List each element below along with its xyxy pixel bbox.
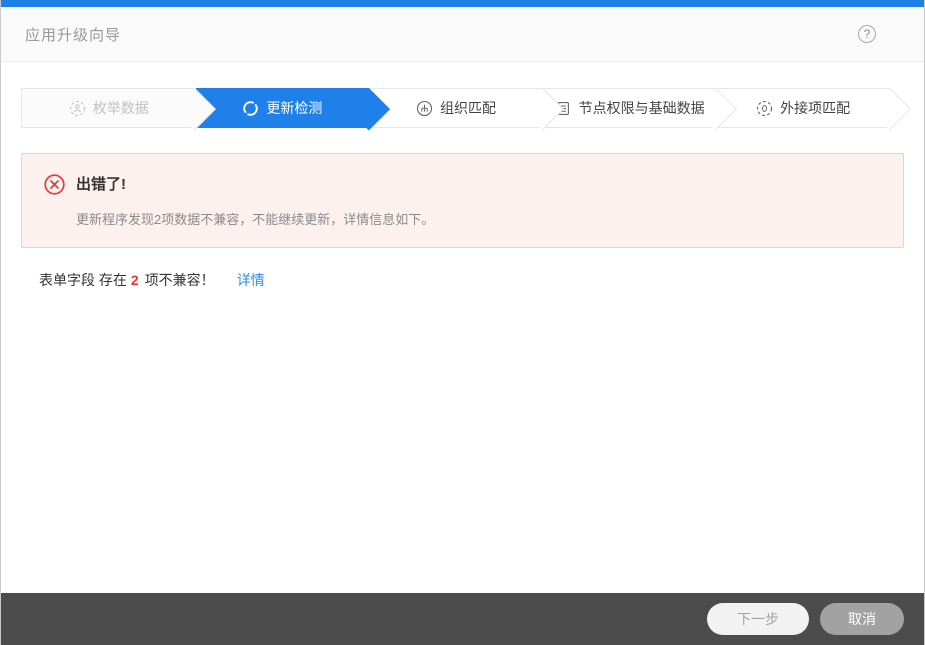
- upgrade-wizard-window: 应用升级向导 ? 枚举数据 更新检测 组织匹配 节点权限与基础数据 外接项匹配 …: [0, 0, 925, 645]
- next-step-button[interactable]: 下一步: [707, 603, 809, 635]
- step-external-matching: 外接项匹配: [716, 88, 890, 128]
- accent-top-bar: [1, 0, 924, 7]
- error-circle-x-icon: [44, 174, 65, 195]
- step-update-detection: 更新检测: [195, 88, 370, 128]
- wizard-step-bar: 枚举数据 更新检测 组织匹配 节点权限与基础数据 外接项匹配: [21, 88, 890, 128]
- wizard-body: 枚举数据 更新检测 组织匹配 节点权限与基础数据 外接项匹配 出错了! 更新程序…: [1, 62, 924, 593]
- error-message: 更新程序发现2项数据不兼容，不能继续更新，详情信息如下。: [76, 212, 435, 227]
- incompatible-result-line: 表单字段 存在 2 项不兼容！ 详情: [21, 270, 904, 290]
- step-label: 更新检测: [266, 100, 323, 116]
- step-org-matching: 组织匹配: [369, 88, 543, 128]
- result-suffix: 项不兼容！: [144, 272, 215, 288]
- incompatible-count: 2: [130, 272, 139, 288]
- error-title: 出错了!: [76, 176, 126, 193]
- step-label: 外接项匹配: [780, 100, 851, 116]
- help-icon[interactable]: ?: [858, 25, 876, 43]
- org-chart-icon: [416, 100, 433, 117]
- step-label: 枚举数据: [92, 100, 149, 116]
- step-node-permissions: 节点权限与基础数据: [542, 88, 717, 128]
- details-link[interactable]: 详情: [237, 270, 265, 290]
- result-prefix: 表单字段 存在: [39, 272, 127, 288]
- refresh-icon: [242, 100, 259, 117]
- enumerate-icon: [69, 100, 86, 117]
- wizard-footer: 下一步 取消: [1, 593, 924, 645]
- error-content: 出错了! 更新程序发现2项数据不兼容，不能继续更新，详情信息如下。: [76, 173, 434, 228]
- step-label: 组织匹配: [439, 100, 496, 116]
- step-label: 节点权限与基础数据: [578, 100, 705, 116]
- step-enumerate-data: 枚举数据: [21, 88, 196, 128]
- cancel-button[interactable]: 取消: [820, 603, 904, 635]
- page-title: 应用升级向导: [25, 26, 122, 44]
- external-item-icon: [756, 100, 773, 117]
- wizard-header: 应用升级向导 ?: [1, 7, 924, 62]
- error-alert: 出错了! 更新程序发现2项数据不兼容，不能继续更新，详情信息如下。: [21, 153, 904, 248]
